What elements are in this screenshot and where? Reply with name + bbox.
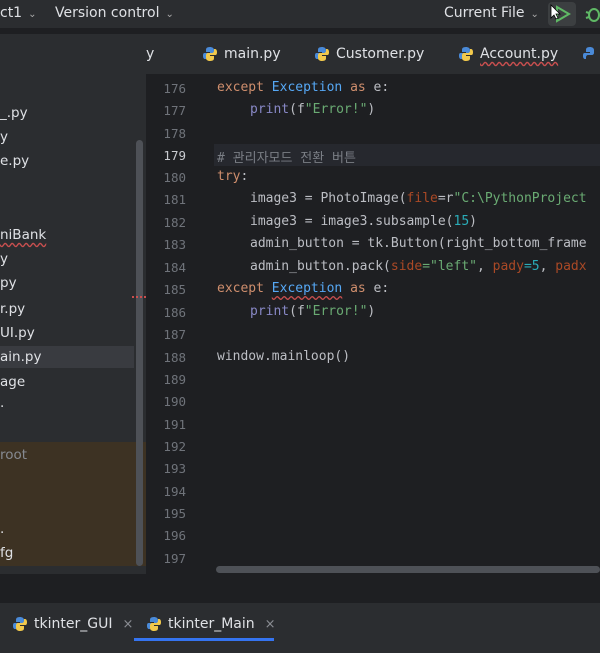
active-tab-indicator	[134, 638, 274, 641]
tab-label: Customer.py	[336, 46, 425, 62]
tab-account-py[interactable]: Account.py	[458, 34, 558, 74]
close-icon[interactable]: ×	[122, 617, 133, 632]
tree-item[interactable]: e.py	[0, 150, 29, 172]
run-config-label: Current File	[444, 5, 525, 21]
code-line-184: admin_button.pack(side="left", pady=5, p…	[250, 259, 587, 274]
tab-label: main.py	[224, 46, 281, 62]
tab-main-py[interactable]: main.py	[202, 34, 281, 74]
debug-button[interactable]	[584, 4, 600, 28]
python-icon	[459, 47, 473, 61]
code-line-182: image3 = image3.subsample(15)	[250, 214, 477, 229]
tree-item[interactable]: .	[0, 518, 4, 540]
run-config-selector[interactable]: Current File ⌄	[444, 5, 539, 21]
tab-label: tkinter_GUI	[34, 616, 113, 632]
code-line-181: image3 = PhotoImage(file=r"C:\PythonProj…	[250, 191, 587, 206]
vcs-label: Version control	[55, 5, 160, 21]
python-icon	[13, 617, 27, 631]
tree-item[interactable]: niBank	[0, 224, 46, 246]
line-number: 181	[163, 192, 186, 207]
tree-item[interactable]: _.py	[0, 102, 28, 124]
code-line-188: window.mainloop()	[217, 349, 351, 364]
python-icon	[315, 47, 329, 61]
tab-label: y	[146, 46, 155, 62]
tree-item[interactable]: .	[0, 392, 4, 414]
editor-tab-bar: y main.py Customer.py Account.py	[0, 34, 600, 75]
tab-partial-right[interactable]	[582, 34, 600, 74]
tab-label: Account.py	[480, 46, 559, 62]
code-line-183: admin_button = tk.Button(right_bottom_fr…	[250, 236, 587, 251]
line-number: 189	[163, 372, 186, 387]
code-line-185: except Exception as e:	[217, 281, 390, 296]
code-line-177: print(f"Error!")	[250, 102, 376, 117]
tree-item-selected[interactable]: ain.py	[0, 346, 134, 368]
tree-item[interactable]: UI.py	[0, 322, 35, 344]
line-number-gutter: 176 177 178 179 180 181 182 183 184 185 …	[146, 74, 214, 574]
line-number: 195	[163, 506, 186, 521]
line-number: 194	[163, 484, 186, 499]
python-icon	[147, 617, 161, 631]
code-editor[interactable]: except Exception as e: print(f"Error!") …	[214, 74, 600, 574]
line-number: 196	[163, 528, 186, 543]
tab-tkinter-gui[interactable]: tkinter_GUI ×	[12, 603, 133, 645]
error-marker	[132, 296, 146, 300]
project-scrollbar[interactable]	[136, 140, 143, 566]
line-number: 185	[163, 282, 186, 297]
code-line-180: try:	[217, 169, 249, 184]
run-button[interactable]	[548, 2, 576, 26]
line-number: 187	[163, 327, 186, 342]
line-number: 184	[163, 260, 186, 275]
line-number: 190	[163, 394, 186, 409]
tree-item[interactable]: age	[0, 371, 25, 393]
tree-item[interactable]: y	[0, 248, 8, 270]
line-number: 183	[163, 237, 186, 252]
title-bar: ct1 ⌄ Version control ⌄ Current File ⌄	[0, 0, 600, 28]
line-number: 178	[163, 126, 186, 141]
chevron-down-icon: ⌄	[28, 9, 37, 20]
chevron-down-icon: ⌄	[165, 9, 174, 20]
project-selector[interactable]: ct1 ⌄	[0, 5, 36, 21]
code-line-176: except Exception as e:	[217, 80, 390, 95]
tree-item-excluded[interactable]: root	[0, 444, 27, 466]
project-tree: _.py y e.py niBank y py r.py UI.py ain.p…	[0, 74, 146, 574]
tree-item[interactable]: fg	[0, 542, 13, 564]
code-line-186: print(f"Error!")	[250, 304, 376, 319]
tab-label: tkinter_Main	[168, 616, 255, 632]
python-icon	[583, 47, 594, 59]
line-number: 191	[163, 417, 186, 432]
run-tool-window-tabs: tkinter_GUI × tkinter_Main ×	[0, 602, 600, 653]
line-number-current: 179	[163, 148, 186, 163]
project-label: ct1	[0, 5, 23, 21]
chevron-down-icon: ⌄	[530, 9, 539, 20]
line-number: 186	[163, 305, 186, 320]
python-icon	[203, 47, 217, 61]
tab-partial[interactable]: y	[146, 34, 154, 74]
line-number: 188	[163, 350, 186, 365]
vcs-selector[interactable]: Version control ⌄	[55, 5, 174, 21]
code-line-179: # 관리자모드 전환 버튼	[217, 151, 356, 166]
line-number: 180	[163, 170, 186, 185]
line-number: 192	[163, 439, 186, 454]
line-number: 177	[163, 103, 186, 118]
line-number: 197	[163, 551, 186, 566]
tree-item[interactable]: py	[0, 272, 17, 294]
tree-item[interactable]: r.py	[0, 298, 25, 320]
close-icon[interactable]: ×	[265, 617, 276, 632]
line-number: 193	[163, 461, 186, 476]
tree-item[interactable]: y	[0, 126, 8, 148]
run-icon	[550, 4, 571, 23]
line-number: 176	[163, 81, 186, 96]
editor-horizontal-scrollbar[interactable]	[216, 566, 600, 573]
tab-customer-py[interactable]: Customer.py	[314, 34, 424, 74]
debug-icon	[585, 8, 600, 22]
line-number: 182	[163, 215, 186, 230]
